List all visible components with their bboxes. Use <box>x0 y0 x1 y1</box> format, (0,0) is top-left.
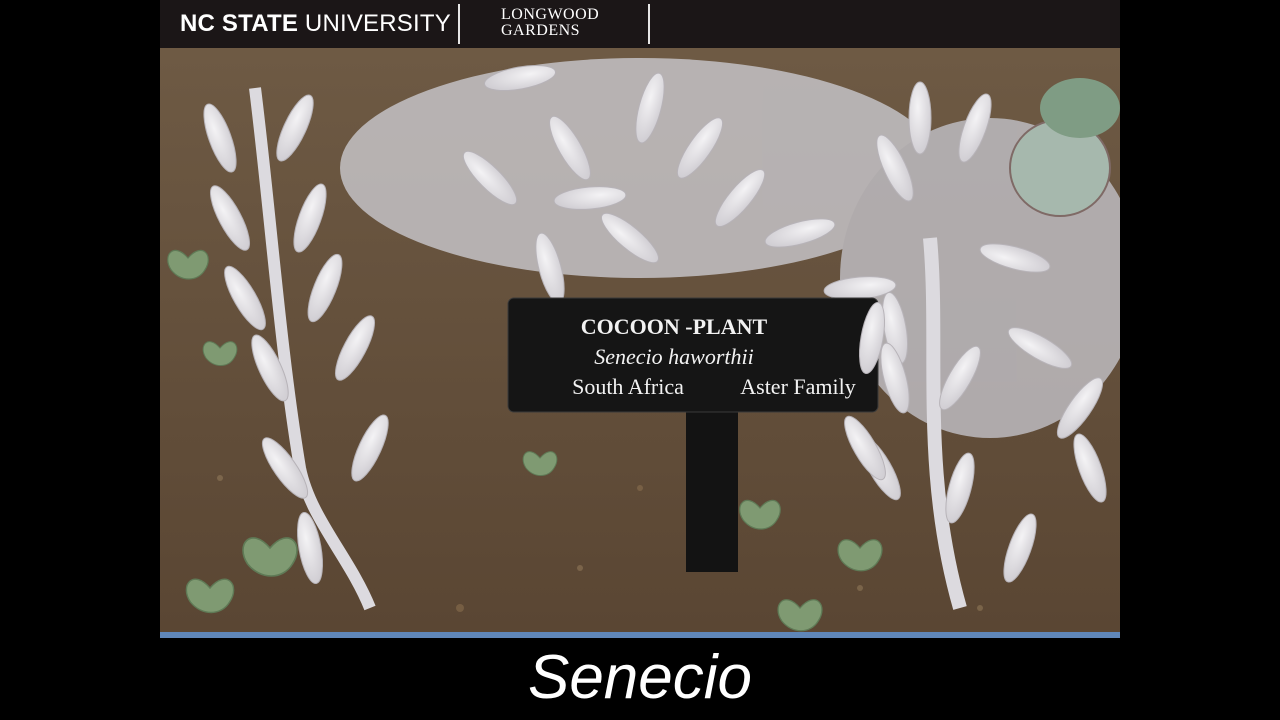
slide: NC STATE UNIVERSITY LONGWOOD GARDENS COC… <box>160 0 1120 720</box>
ncsu-logo: NC STATE UNIVERSITY <box>180 10 451 38</box>
sign-origin: South Africa <box>572 374 684 399</box>
slide-caption: Senecio <box>527 643 753 712</box>
sign-common-name: COCOON -PLANT <box>581 314 768 339</box>
ncsu-logo-bold: NC STATE <box>180 10 299 37</box>
sign-post <box>686 410 738 572</box>
longwood-line2: GARDENS <box>501 22 581 39</box>
sign-family: Aster Family <box>740 374 856 399</box>
plant-photo: COCOON -PLANT Senecio haworthii South Af… <box>160 48 1120 632</box>
ncsu-logo-light: UNIVERSITY <box>304 10 451 37</box>
header-bar: NC STATE UNIVERSITY LONGWOOD GARDENS <box>160 0 1120 48</box>
header-divider-left <box>458 4 460 44</box>
accent-bar <box>160 632 1120 638</box>
longwood-gardens-logo: LONGWOOD GARDENS <box>501 7 599 39</box>
sign-scientific-name: Senecio haworthii <box>594 344 753 369</box>
header-divider-right <box>648 4 650 44</box>
plant-photo-illustration: COCOON -PLANT Senecio haworthii South Af… <box>160 48 1120 632</box>
longwood-line1: LONGWOOD <box>501 6 600 23</box>
